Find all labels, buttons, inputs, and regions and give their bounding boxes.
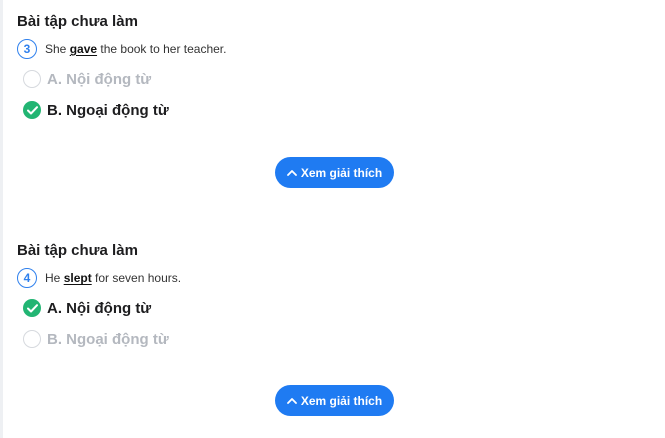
radio-empty-icon [23, 70, 41, 88]
chevron-up-icon [286, 398, 297, 404]
question-number-badge: 4 [17, 268, 37, 288]
question-keyword: gave [69, 42, 98, 56]
question-keyword: slept [63, 271, 92, 285]
option-b[interactable]: B. Ngoại động từ [23, 328, 665, 350]
chevron-up-icon [286, 170, 297, 176]
question-text-after: the book to her teacher. [97, 42, 227, 56]
question-text-before: She [45, 42, 70, 56]
question-number-badge: 3 [17, 39, 37, 59]
question-card-4: Bài tập chưa làm 4 He slept for seven ho… [17, 241, 665, 350]
option-label: A. Nội động từ [47, 299, 152, 317]
option-a[interactable]: A. Nội động từ [23, 68, 665, 90]
view-explanation-label: Xem giải thích [300, 165, 383, 180]
option-b[interactable]: B. Ngoại động từ [23, 99, 665, 121]
question-text: He slept for seven hours. [45, 271, 181, 285]
question-card-3: Bài tập chưa làm 3 She gave the book to … [17, 12, 665, 121]
view-explanation-button[interactable]: Xem giải thích [275, 157, 394, 188]
left-divider [0, 0, 3, 438]
option-label: B. Ngoại động từ [47, 101, 169, 119]
question-heading: Bài tập chưa làm [17, 13, 138, 30]
question-heading: Bài tập chưa làm [17, 242, 138, 259]
check-icon [23, 101, 41, 119]
option-a[interactable]: A. Nội động từ [23, 297, 665, 319]
check-icon [23, 299, 41, 317]
question-text-before: He [45, 271, 64, 285]
question-line: 4 He slept for seven hours. [17, 265, 665, 291]
view-explanation-button[interactable]: Xem giải thích [275, 385, 394, 416]
option-label: B. Ngoại động từ [47, 330, 169, 348]
question-text: She gave the book to her teacher. [45, 42, 226, 56]
option-label: A. Nội động từ [47, 70, 152, 88]
view-explanation-label: Xem giải thích [300, 393, 383, 408]
radio-empty-icon [23, 330, 41, 348]
question-line: 3 She gave the book to her teacher. [17, 36, 665, 62]
question-text-after: for seven hours. [91, 271, 182, 285]
